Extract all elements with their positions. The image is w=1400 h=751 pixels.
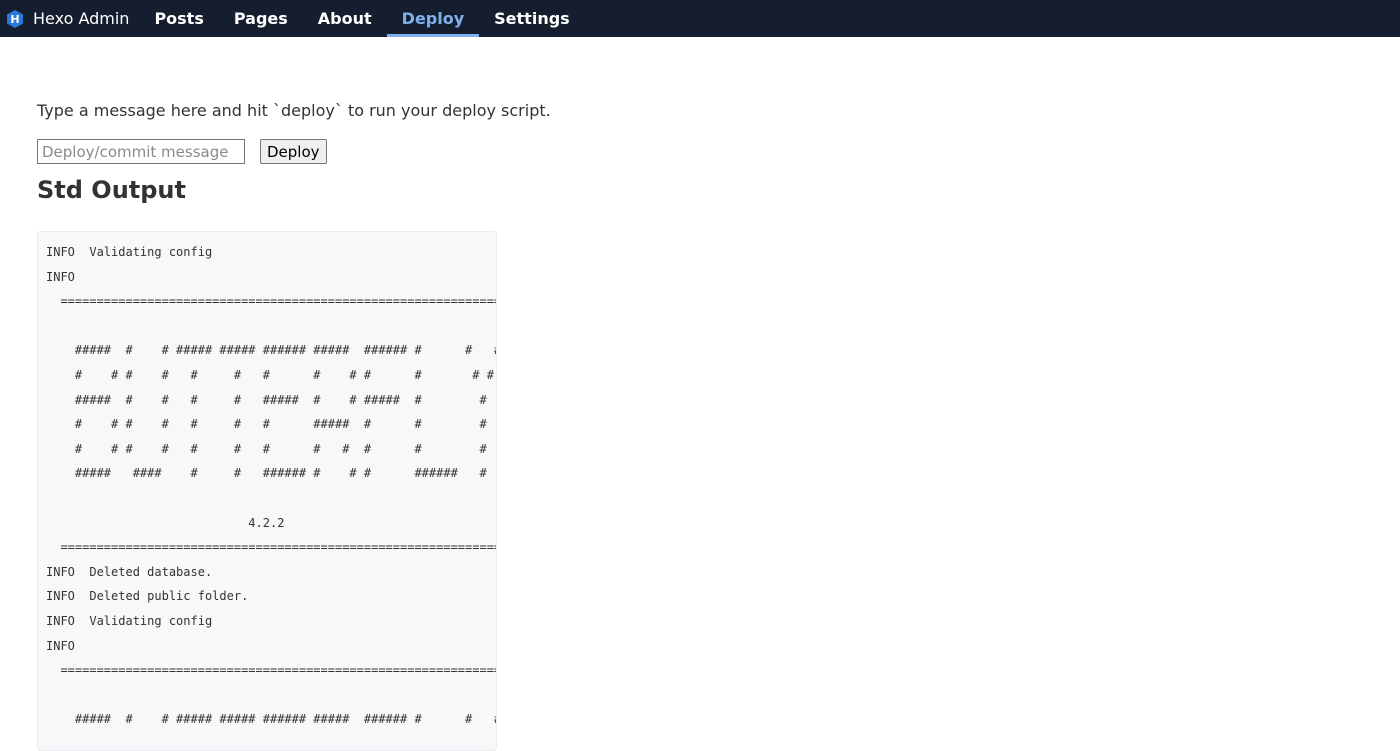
deploy-form: Deploy bbox=[37, 139, 1363, 164]
main-nav: Posts Pages About Deploy Settings bbox=[139, 0, 584, 37]
hexo-logo-letter: H bbox=[10, 13, 19, 26]
hexo-logo-icon: H bbox=[7, 9, 23, 28]
nav-deploy[interactable]: Deploy bbox=[386, 0, 480, 37]
nav-settings[interactable]: Settings bbox=[479, 0, 585, 37]
nav-about[interactable]: About bbox=[303, 0, 387, 37]
nav-pages[interactable]: Pages bbox=[219, 0, 303, 37]
std-output-panel[interactable]: INFO Validating config INFO ============… bbox=[37, 231, 497, 751]
deploy-page: Type a message here and hit `deploy` to … bbox=[0, 100, 1400, 751]
brand[interactable]: H Hexo Admin bbox=[0, 0, 129, 37]
top-navbar: H Hexo Admin Posts Pages About Deploy Se… bbox=[0, 0, 1400, 37]
std-output-text: INFO Validating config INFO ============… bbox=[46, 245, 497, 727]
nav-posts[interactable]: Posts bbox=[139, 0, 218, 37]
brand-title: Hexo Admin bbox=[33, 9, 130, 28]
deploy-message-input[interactable] bbox=[37, 139, 245, 164]
deploy-instructions: Type a message here and hit `deploy` to … bbox=[37, 101, 551, 120]
deploy-button[interactable]: Deploy bbox=[260, 139, 327, 164]
std-output-title: Std Output bbox=[37, 176, 186, 204]
